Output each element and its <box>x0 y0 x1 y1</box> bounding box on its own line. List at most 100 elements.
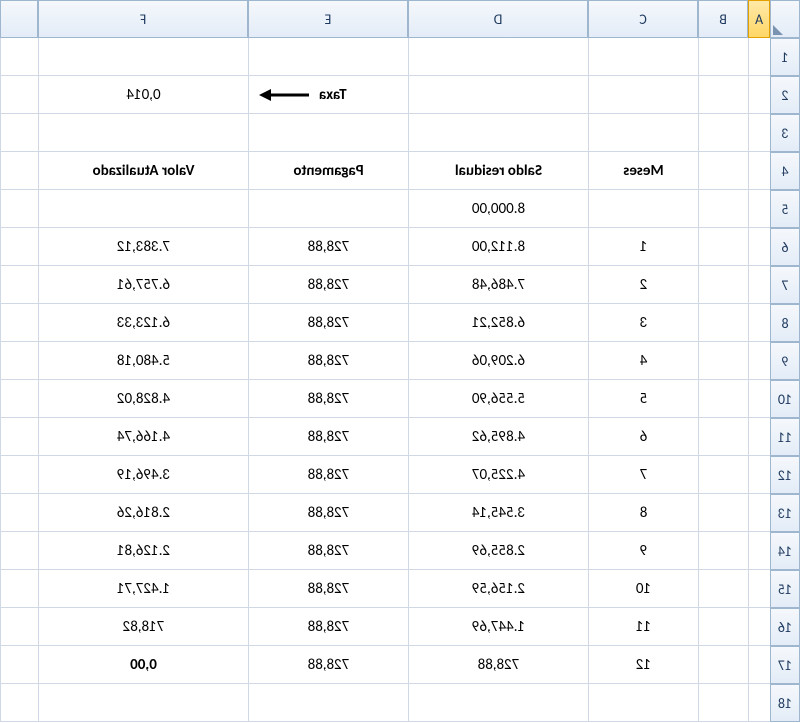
cell-D5[interactable]: 8.000,00 <box>408 190 588 228</box>
cell-F8[interactable]: 6.123,33 <box>38 304 248 342</box>
cell-G8[interactable] <box>0 304 38 342</box>
cell-A6[interactable] <box>748 228 770 266</box>
cell-D18[interactable] <box>408 684 588 722</box>
cell-G5[interactable] <box>0 190 38 228</box>
cell-A2[interactable] <box>748 76 770 114</box>
cell-G14[interactable] <box>0 532 38 570</box>
cell-E8[interactable]: 728,88 <box>248 304 408 342</box>
cell-A8[interactable] <box>748 304 770 342</box>
cell-B2[interactable] <box>698 76 748 114</box>
cell-C5[interactable] <box>588 190 698 228</box>
col-head-extra[interactable] <box>0 0 38 38</box>
cell-F1[interactable] <box>38 38 248 76</box>
row-head-17[interactable]: 17 <box>770 646 800 684</box>
cell-D12[interactable]: 4.225,07 <box>408 456 588 494</box>
select-all-corner[interactable] <box>770 0 800 38</box>
cell-B18[interactable] <box>698 684 748 722</box>
cell-C17[interactable]: 12 <box>588 646 698 684</box>
cell-G11[interactable] <box>0 418 38 456</box>
cell-G6[interactable] <box>0 228 38 266</box>
cell-G10[interactable] <box>0 380 38 418</box>
cell-A18[interactable] <box>748 684 770 722</box>
cell-D1[interactable] <box>408 38 588 76</box>
cell-B13[interactable] <box>698 494 748 532</box>
header-pagamento[interactable]: Pagamento <box>248 152 408 190</box>
cell-C11[interactable]: 6 <box>588 418 698 456</box>
cell-B1[interactable] <box>698 38 748 76</box>
cell-E10[interactable]: 728,88 <box>248 380 408 418</box>
cell-C15[interactable]: 10 <box>588 570 698 608</box>
cell-E12[interactable]: 728,88 <box>248 456 408 494</box>
cell-B10[interactable] <box>698 380 748 418</box>
cell-D6[interactable]: 8.112,00 <box>408 228 588 266</box>
cell-B7[interactable] <box>698 266 748 304</box>
cell-B15[interactable] <box>698 570 748 608</box>
row-head-10[interactable]: 10 <box>770 380 800 418</box>
cell-A16[interactable] <box>748 608 770 646</box>
cell-C2[interactable] <box>588 76 698 114</box>
cell-F7[interactable]: 6.757,61 <box>38 266 248 304</box>
cell-E3[interactable] <box>248 114 408 152</box>
cell-E1[interactable] <box>248 38 408 76</box>
cell-D7[interactable]: 7.486,48 <box>408 266 588 304</box>
cell-E11[interactable]: 728,88 <box>248 418 408 456</box>
cell-F6[interactable]: 7.383,12 <box>38 228 248 266</box>
col-head-F[interactable]: F <box>38 0 248 38</box>
cell-A3[interactable] <box>748 114 770 152</box>
cell-C1[interactable] <box>588 38 698 76</box>
cell-D16[interactable]: 1.447,69 <box>408 608 588 646</box>
row-head-5[interactable]: 5 <box>770 190 800 228</box>
cell-G15[interactable] <box>0 570 38 608</box>
cell-G7[interactable] <box>0 266 38 304</box>
cell-C3[interactable] <box>588 114 698 152</box>
col-head-A[interactable]: A <box>748 0 770 38</box>
cell-D14[interactable]: 2.855,69 <box>408 532 588 570</box>
cell-F13[interactable]: 2.816,26 <box>38 494 248 532</box>
cell-A14[interactable] <box>748 532 770 570</box>
cell-F18[interactable] <box>38 684 248 722</box>
cell-D15[interactable]: 2.156,59 <box>408 570 588 608</box>
cell-C7[interactable]: 2 <box>588 266 698 304</box>
cell-E16[interactable]: 728,88 <box>248 608 408 646</box>
cell-B16[interactable] <box>698 608 748 646</box>
cell-D3[interactable] <box>408 114 588 152</box>
cell-G9[interactable] <box>0 342 38 380</box>
cell-E5[interactable] <box>248 190 408 228</box>
cell-F5[interactable] <box>38 190 248 228</box>
cell-F11[interactable]: 4.166,74 <box>38 418 248 456</box>
col-head-D[interactable]: D <box>408 0 588 38</box>
row-head-3[interactable]: 3 <box>770 114 800 152</box>
cell-D17[interactable]: 728,88 <box>408 646 588 684</box>
cell-A10[interactable] <box>748 380 770 418</box>
cell-D2[interactable] <box>408 76 588 114</box>
spreadsheet-grid[interactable]: ABCDEF12Taxa0,01434MesesSaldo residualPa… <box>0 0 800 722</box>
cell-G17[interactable] <box>0 646 38 684</box>
cell-F15[interactable]: 1.427,71 <box>38 570 248 608</box>
cell-A11[interactable] <box>748 418 770 456</box>
cell-D13[interactable]: 3.545,14 <box>408 494 588 532</box>
col-head-B[interactable]: B <box>698 0 748 38</box>
cell-A15[interactable] <box>748 570 770 608</box>
cell-G16[interactable] <box>0 608 38 646</box>
row-head-8[interactable]: 8 <box>770 304 800 342</box>
cell-B3[interactable] <box>698 114 748 152</box>
cell-E6[interactable]: 728,88 <box>248 228 408 266</box>
cell-C6[interactable]: 1 <box>588 228 698 266</box>
cell-A5[interactable] <box>748 190 770 228</box>
cell-G13[interactable] <box>0 494 38 532</box>
cell-C14[interactable]: 9 <box>588 532 698 570</box>
cell-E7[interactable]: 728,88 <box>248 266 408 304</box>
cell-F12[interactable]: 3.496,19 <box>38 456 248 494</box>
cell-G1[interactable] <box>0 38 38 76</box>
cell-C9[interactable]: 4 <box>588 342 698 380</box>
cell-D8[interactable]: 6.852,21 <box>408 304 588 342</box>
cell-G12[interactable] <box>0 456 38 494</box>
cell-B8[interactable] <box>698 304 748 342</box>
row-head-13[interactable]: 13 <box>770 494 800 532</box>
cell-C18[interactable] <box>588 684 698 722</box>
cell-F14[interactable]: 2.126,81 <box>38 532 248 570</box>
cell-E15[interactable]: 728,88 <box>248 570 408 608</box>
cell-A9[interactable] <box>748 342 770 380</box>
cell-D9[interactable]: 6.209,06 <box>408 342 588 380</box>
cell-F10[interactable]: 4.828,02 <box>38 380 248 418</box>
